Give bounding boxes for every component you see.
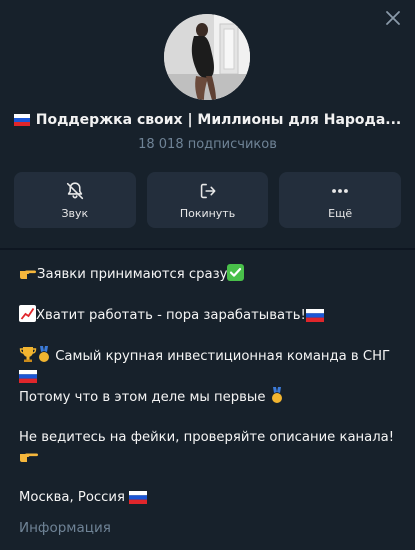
check-mark-icon [227, 264, 245, 281]
russian-flag-icon [305, 309, 324, 322]
subscriber-count: 18 018 подписчиков [138, 137, 277, 152]
channel-description: Заявки принимаются сразу Хватит работать… [19, 264, 404, 508]
avatar-photo [164, 14, 250, 100]
more-button[interactable]: Ещё [279, 172, 402, 228]
channel-header: Поддержка своих | Миллионы для Народа...… [0, 0, 415, 248]
leave-icon [200, 183, 215, 199]
russian-flag-icon [19, 370, 37, 383]
pointing-hand-icon [20, 270, 36, 279]
info-label: Информация [19, 520, 111, 536]
chart-up-icon [19, 305, 36, 322]
more-button-label: Ещё [328, 207, 353, 220]
channel-title: Поддержка своих | Миллионы для Народа... [0, 112, 415, 128]
description-line: Самый крупная инвестиционная команда в С… [19, 346, 404, 387]
gold-medal-icon [271, 387, 282, 403]
leave-button[interactable]: Покинуть [146, 172, 269, 228]
leave-button-label: Покинуть [179, 207, 236, 220]
russian-flag-icon [129, 491, 148, 504]
description-line: Потому что в этом деле мы первые [19, 387, 404, 408]
mute-button[interactable]: Звук [14, 172, 136, 228]
channel-info: Заявки принимаются сразу Хватит работать… [0, 250, 415, 550]
description-line: Хватит работать - пора зарабатывать! [19, 305, 404, 326]
russian-flag-icon [13, 114, 30, 126]
more-dots-icon [332, 189, 349, 193]
description-line: Не ведитесь на фейки, проверяйте описани… [19, 428, 404, 468]
bell-muted-icon [66, 182, 83, 200]
trophy-icon [19, 347, 37, 362]
mute-button-label: Звук [61, 207, 89, 220]
gold-medal-icon [39, 346, 49, 362]
description-line: Заявки принимаются сразу [19, 264, 404, 285]
pointing-hand-icon [20, 453, 38, 462]
channel-avatar[interactable] [164, 14, 250, 100]
close-icon[interactable] [385, 10, 401, 26]
description-line: Москва, Россия [19, 488, 404, 508]
channel-title-text: Поддержка своих | Миллионы для Народа... [35, 112, 402, 128]
action-bar: Звук Покинуть Ещё [14, 172, 402, 228]
